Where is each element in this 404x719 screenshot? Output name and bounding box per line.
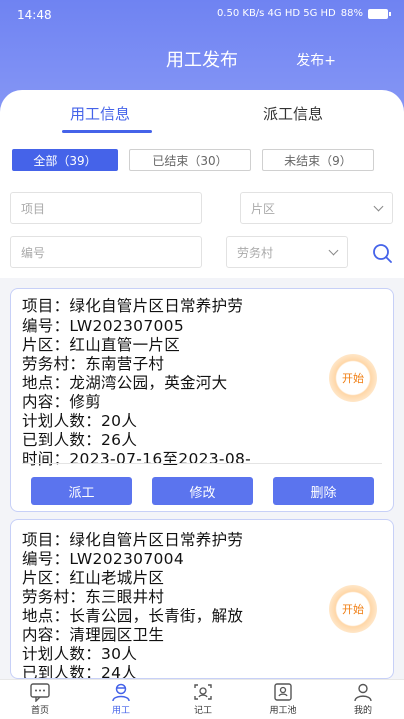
filter-unfinished[interactable]: 未结束（9） [262,149,374,171]
project-input[interactable]: 项目 [10,192,202,224]
chat-icon [30,683,50,702]
nav-label: 我的 [353,706,372,716]
code-placeholder: 编号 [21,245,46,260]
job-card[interactable]: 项目：绿化自管片区日常养护劳 编号：LW202307005 片区：红山直管一片区… [10,288,394,512]
card-divider [22,463,382,464]
active-tab-indicator [62,130,152,133]
edit-button[interactable]: 修改 [152,477,253,505]
project-placeholder: 项目 [21,201,46,216]
filter-all[interactable]: 全部（39） [12,149,118,171]
nav-label: 首页 [30,706,49,716]
search-icon[interactable] [372,243,392,263]
battery-level: 88% [340,8,363,19]
page-title: 用工发布 [166,50,238,71]
search-panel: 项目 片区 编号 劳务村 [0,178,404,278]
job-card[interactable]: 项目：绿化自管片区日常养护劳 编号：LW202307004 片区：红山老城片区 … [10,519,394,679]
battery-icon [368,8,391,19]
tab-bar: 用工信息 派工信息 [0,90,404,134]
filter-finished[interactable]: 已结束（30） [129,149,251,171]
card-arrived-count: 已到人数：24人 [22,664,138,679]
start-badge[interactable]: 开始 [329,585,377,633]
nav-record[interactable]: 记工 [173,682,233,716]
worker-icon [112,683,130,702]
village-placeholder: 劳务村 [237,245,274,260]
publish-button[interactable]: 发布+ [296,50,336,70]
nav-mine[interactable]: 我的 [333,682,393,716]
scan-face-icon [194,684,212,700]
delete-button[interactable]: 删除 [273,477,374,505]
nav-label: 用工 [111,706,130,716]
card-project: 项目：绿化自管片区日常养护劳 [22,297,244,315]
start-badge[interactable]: 开始 [329,354,377,402]
tab-employment-info[interactable]: 用工信息 [70,103,130,124]
nav-home[interactable]: 首页 [10,682,70,716]
status-filters: 全部（39） 已结束（30） 未结束（9） [0,134,404,178]
nav-worker-pool[interactable]: 用工池 [253,682,313,716]
nav-label: 记工 [193,706,212,716]
nav-employment[interactable]: 用工 [91,682,151,716]
user-icon [354,683,372,702]
bottom-nav: 首页 用工 记工 用工池 我的 [0,679,404,719]
status-time: 14:48 [17,8,52,22]
id-card-icon [274,683,292,701]
district-placeholder: 片区 [251,201,276,216]
tab-dispatch-info[interactable]: 派工信息 [263,103,323,124]
code-input[interactable]: 编号 [10,236,202,268]
network-indicator: 0.50 KB/s 4G HD 5G HD [216,8,336,19]
status-indicators: 0.50 KB/s 4G HD 5G HD 88% [216,8,391,19]
chevron-down-icon [328,245,339,256]
chevron-down-icon [373,201,384,212]
district-select[interactable]: 片区 [240,192,393,224]
village-select[interactable]: 劳务村 [226,236,348,268]
status-bar: 14:48 0.50 KB/s 4G HD 5G HD 88% [0,0,404,32]
nav-label: 用工池 [269,706,297,716]
dispatch-button[interactable]: 派工 [31,477,132,505]
card-time: 时间：2023-07-16至2023-08- [22,450,252,468]
